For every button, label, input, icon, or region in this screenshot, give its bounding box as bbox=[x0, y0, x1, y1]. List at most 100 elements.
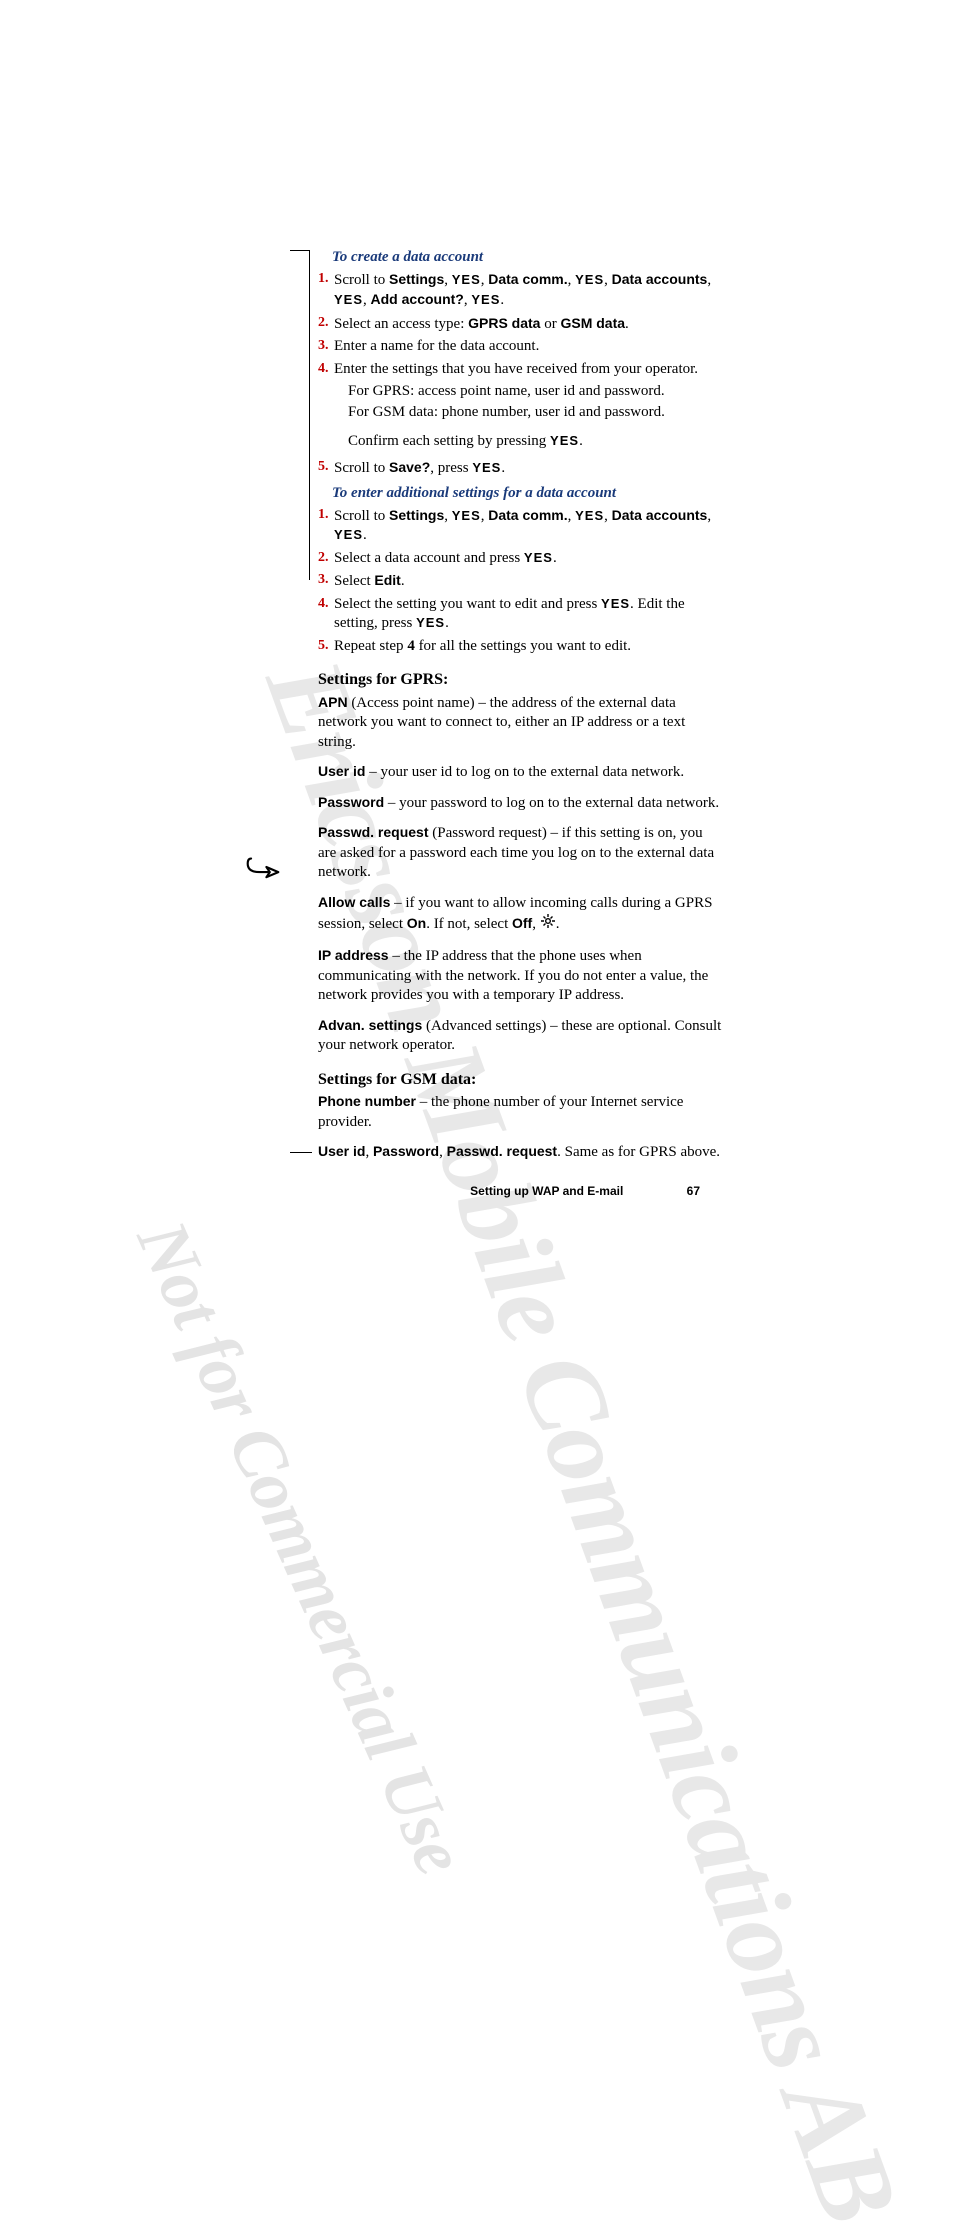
bold-label: 4 bbox=[407, 638, 415, 654]
text: Select the setting you want to edit and … bbox=[334, 596, 601, 612]
text: , bbox=[604, 272, 612, 288]
bold-label: Password bbox=[318, 794, 384, 810]
definition-password: Password – your password to log on to th… bbox=[318, 793, 723, 814]
procedure-additional-list: 1. Scroll to Settings, YES, Data comm., … bbox=[318, 506, 723, 657]
list-item: 1. Scroll to Settings, YES, Data comm., … bbox=[318, 270, 723, 311]
text: For GPRS: access point name, user id and… bbox=[348, 382, 723, 402]
yes-key: YES bbox=[416, 615, 445, 630]
step-number: 5. bbox=[318, 458, 329, 476]
text: . Same as for GPRS above. bbox=[557, 1144, 720, 1160]
text: Scroll to bbox=[334, 460, 389, 476]
text: . bbox=[445, 615, 449, 631]
text: for all the settings you want to edit. bbox=[415, 638, 631, 654]
step-number: 4. bbox=[318, 360, 329, 378]
text: or bbox=[540, 316, 560, 332]
text: . bbox=[363, 527, 367, 543]
watermark-small: Not for Commercial Use bbox=[120, 1209, 482, 1886]
bold-label: APN bbox=[318, 694, 348, 710]
list-item: 4. Select the setting you want to edit a… bbox=[318, 595, 723, 634]
text: . bbox=[501, 460, 505, 476]
bold-label: Add account? bbox=[371, 291, 464, 307]
bold-label: Edit bbox=[374, 572, 400, 588]
text: , bbox=[604, 508, 612, 524]
section-heading-gprs: Settings for GPRS: bbox=[318, 670, 723, 691]
step-number: 5. bbox=[318, 637, 329, 655]
bold-label: Data comm. bbox=[488, 271, 567, 287]
text: . bbox=[625, 316, 629, 332]
step-number: 1. bbox=[318, 270, 329, 288]
text: (Access point name) – the address of the… bbox=[318, 695, 685, 750]
bold-label: Passwd. request bbox=[447, 1143, 558, 1159]
definition-ipaddress: IP address – the IP address that the pho… bbox=[318, 946, 723, 1006]
page-footer: Setting up WAP and E-mail 67 bbox=[320, 1184, 700, 1198]
bold-label: User id bbox=[318, 763, 365, 779]
bold-label: Off bbox=[512, 915, 532, 931]
text: , bbox=[707, 272, 711, 288]
text: , bbox=[707, 508, 711, 524]
procedure-create-list: 1. Scroll to Settings, YES, Data comm., … bbox=[318, 270, 723, 380]
list-item: 5. Scroll to Save?, press YES. bbox=[318, 458, 723, 479]
step-number: 2. bbox=[318, 549, 329, 567]
list-item: 2. Select a data account and press YES. bbox=[318, 549, 723, 569]
bold-label: On bbox=[407, 915, 426, 931]
yes-key: YES bbox=[601, 596, 630, 611]
page-number: 67 bbox=[687, 1184, 700, 1198]
text: – your password to log on to the externa… bbox=[384, 795, 719, 811]
text: , bbox=[532, 916, 540, 932]
footer-rule bbox=[290, 1152, 312, 1153]
bold-label: Phone number bbox=[318, 1093, 416, 1109]
list-item: 4. Enter the settings that you have rece… bbox=[318, 360, 723, 380]
yes-key: YES bbox=[334, 292, 363, 307]
yes-key: YES bbox=[334, 527, 363, 542]
list-item: 3. Enter a name for the data account. bbox=[318, 337, 723, 357]
text: Enter the settings that you have receive… bbox=[334, 361, 698, 377]
text: Scroll to bbox=[334, 508, 389, 524]
text: , press bbox=[430, 460, 472, 476]
text: Select a data account and press bbox=[334, 550, 524, 566]
yes-key: YES bbox=[471, 292, 500, 307]
gear-icon bbox=[540, 913, 556, 936]
bold-label: User id bbox=[318, 1143, 365, 1159]
bold-label: Passwd. request bbox=[318, 824, 429, 840]
definition-same: User id, Password, Passwd. request. Same… bbox=[318, 1142, 723, 1163]
bold-label: Settings bbox=[389, 271, 444, 287]
text: . bbox=[579, 433, 583, 449]
text: Confirm each setting by pressing bbox=[348, 433, 550, 449]
step-number: 3. bbox=[318, 337, 329, 355]
text: , bbox=[568, 508, 576, 524]
text: Enter a name for the data account. bbox=[334, 338, 539, 354]
bold-label: GSM data bbox=[560, 315, 625, 331]
list-item: 1. Scroll to Settings, YES, Data comm., … bbox=[318, 506, 723, 546]
text: , bbox=[444, 508, 452, 524]
bold-label: Password bbox=[373, 1143, 439, 1159]
yes-key: YES bbox=[452, 272, 481, 287]
step-number: 1. bbox=[318, 506, 329, 524]
text: , bbox=[568, 272, 576, 288]
indent-detail: For GPRS: access point name, user id and… bbox=[348, 382, 723, 422]
bold-label: Settings bbox=[389, 507, 444, 523]
bold-label: Save? bbox=[389, 459, 430, 475]
text: , bbox=[439, 1144, 447, 1160]
bold-label: Advan. settings bbox=[318, 1017, 422, 1033]
text: Scroll to bbox=[334, 272, 389, 288]
text: For GSM data: phone number, user id and … bbox=[348, 403, 723, 423]
text: , bbox=[363, 292, 371, 308]
footer-title: Setting up WAP and E-mail bbox=[470, 1184, 623, 1198]
text: Select an access type: bbox=[334, 316, 468, 332]
procedure-heading-create: To create a data account bbox=[332, 248, 723, 268]
yes-key: YES bbox=[524, 550, 553, 565]
bold-label: IP address bbox=[318, 947, 389, 963]
text: . bbox=[500, 292, 504, 308]
yes-key: YES bbox=[452, 508, 481, 523]
text: . If not, select bbox=[426, 916, 512, 932]
bold-label: GPRS data bbox=[468, 315, 540, 331]
step-number: 2. bbox=[318, 314, 329, 332]
yes-key: YES bbox=[575, 272, 604, 287]
definition-userid: User id – your user id to log on to the … bbox=[318, 762, 723, 783]
step-number: 4. bbox=[318, 595, 329, 613]
text: Select bbox=[334, 573, 374, 589]
definition-apn: APN (Access point name) – the address of… bbox=[318, 693, 723, 753]
definition-phone: Phone number – the phone number of your … bbox=[318, 1092, 723, 1132]
indent-confirm: Confirm each setting by pressing YES. bbox=[348, 432, 723, 452]
procedure-create-list-cont: 5. Scroll to Save?, press YES. bbox=[318, 458, 723, 479]
